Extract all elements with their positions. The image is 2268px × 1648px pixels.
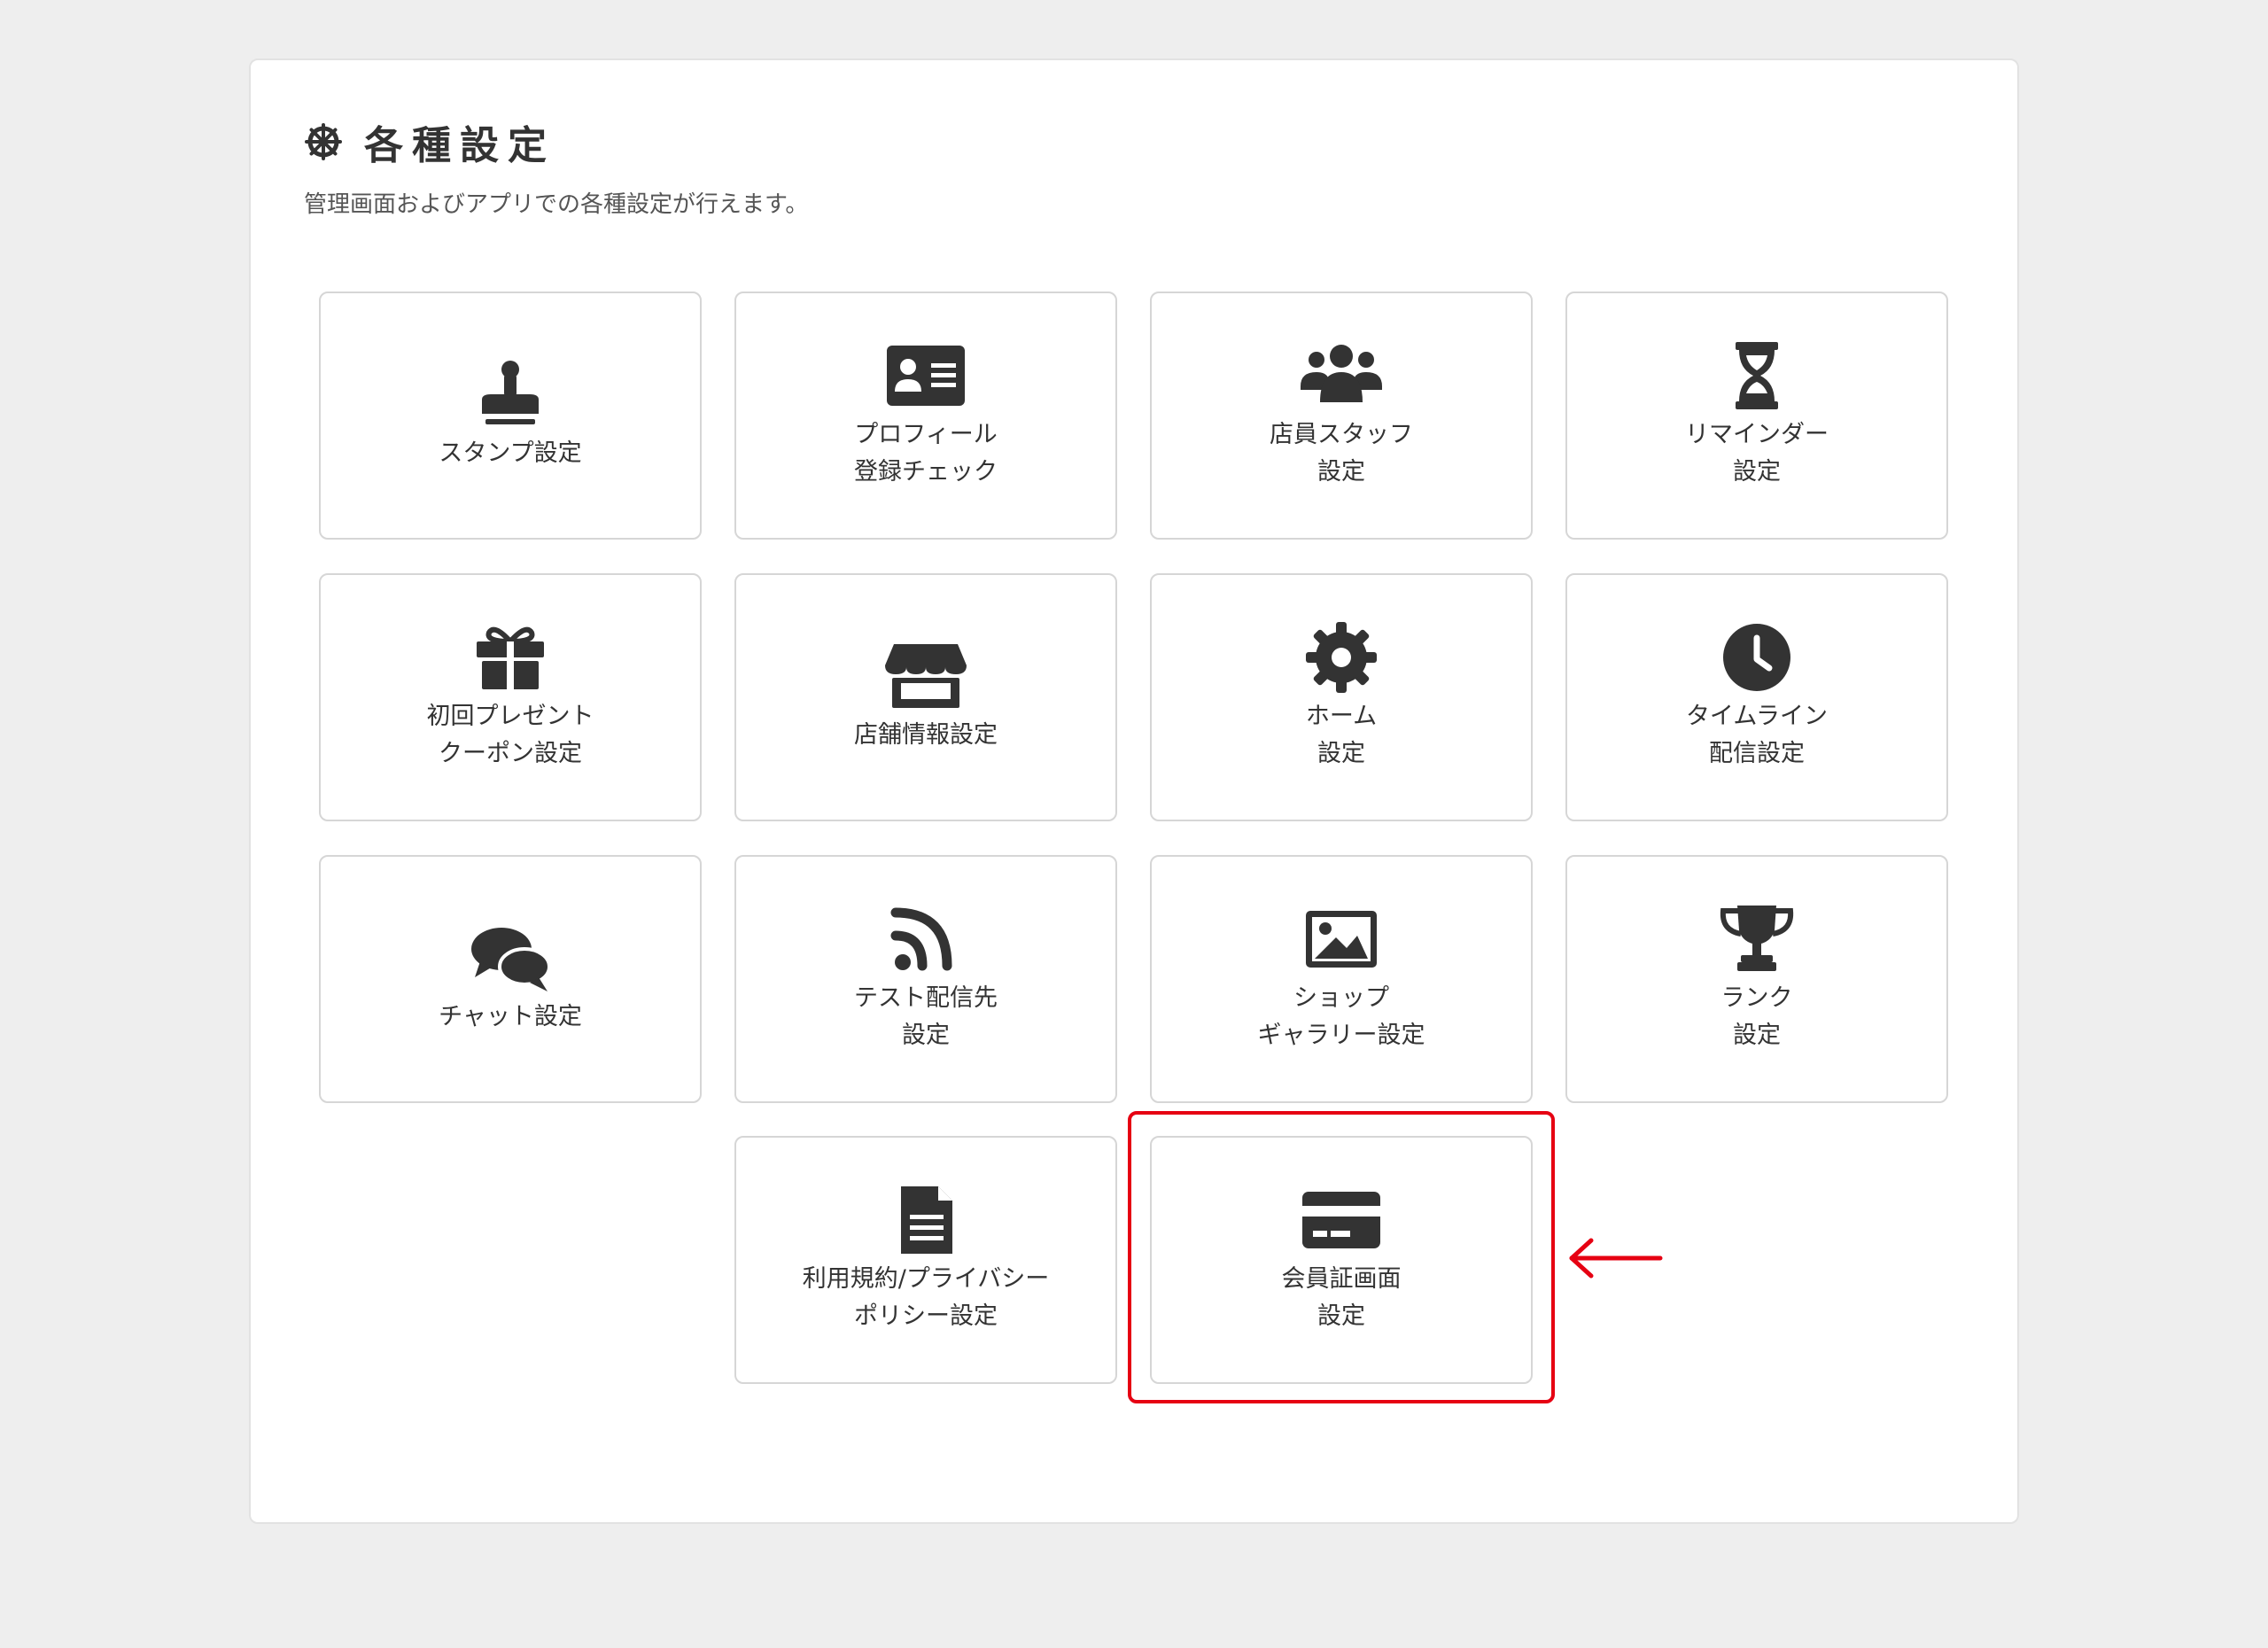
rss-icon [890,907,952,971]
left-arrow-icon [1569,1238,1663,1279]
tile-terms-privacy[interactable]: 利用規約/プライバシー ポリシー設定 [734,1136,1117,1384]
tile-rank-settings[interactable]: ランク 設定 [1565,855,1948,1103]
image-icon [1306,911,1377,968]
tile-label: チャット設定 [439,1003,582,1030]
tile-label: ホーム 設定 [1305,703,1378,767]
store-icon [885,644,967,708]
tile-label: リマインダー 設定 [1685,421,1829,486]
tile-label: 初回プレゼント クーポン設定 [426,703,594,767]
clock-icon [1723,624,1790,691]
tile-home-settings[interactable]: ホーム 設定 [1150,573,1533,821]
tile-label: 利用規約/プライバシー ポリシー設定 [802,1265,1050,1330]
users-icon [1301,345,1382,402]
gear-wheel-icon [305,123,342,160]
tile-label: テスト配信先 設定 [854,984,998,1049]
stamp-icon [482,361,539,424]
tile-label: ランク 設定 [1720,984,1793,1049]
highlight-box [1128,1111,1555,1403]
tile-chat-settings[interactable]: チャット設定 [319,855,702,1103]
tile-stamp-settings[interactable]: スタンプ設定 [319,292,702,540]
tile-shop-gallery[interactable]: ショップ ギャラリー設定 [1150,855,1533,1103]
tile-staff-settings[interactable]: 店員スタッフ 設定 [1150,292,1533,540]
trophy-icon [1720,906,1794,971]
tile-label: タイムライン 配信設定 [1685,703,1829,767]
tile-label: 店員スタッフ 設定 [1270,421,1413,486]
tile-store-info[interactable]: 店舗情報設定 [734,573,1117,821]
hourglass-icon [1736,342,1778,409]
gift-icon [477,626,544,689]
tile-label: 店舗情報設定 [854,721,998,749]
page-subtitle: 管理画面およびアプリでの各種設定が行えます。 [304,191,809,218]
page-title: 各種設定 [364,123,555,168]
tile-label: ショップ ギャラリー設定 [1257,984,1425,1049]
tile-label: スタンプ設定 [439,439,582,467]
tile-reminder-settings[interactable]: リマインダー 設定 [1565,292,1948,540]
tile-timeline-settings[interactable]: タイムライン 配信設定 [1565,573,1948,821]
gear-icon [1306,622,1377,693]
panel-header: 各種設定 [304,113,555,170]
tile-profile-check[interactable]: プロフィール 登録チェック [734,292,1117,540]
tile-first-present-coupon[interactable]: 初回プレゼント クーポン設定 [319,573,702,821]
tile-test-delivery[interactable]: テスト配信先 設定 [734,855,1117,1103]
tile-label: プロフィール 登録チェック [854,421,998,486]
id-card-icon [887,346,965,406]
document-icon [901,1186,952,1254]
chat-icon [471,928,551,991]
